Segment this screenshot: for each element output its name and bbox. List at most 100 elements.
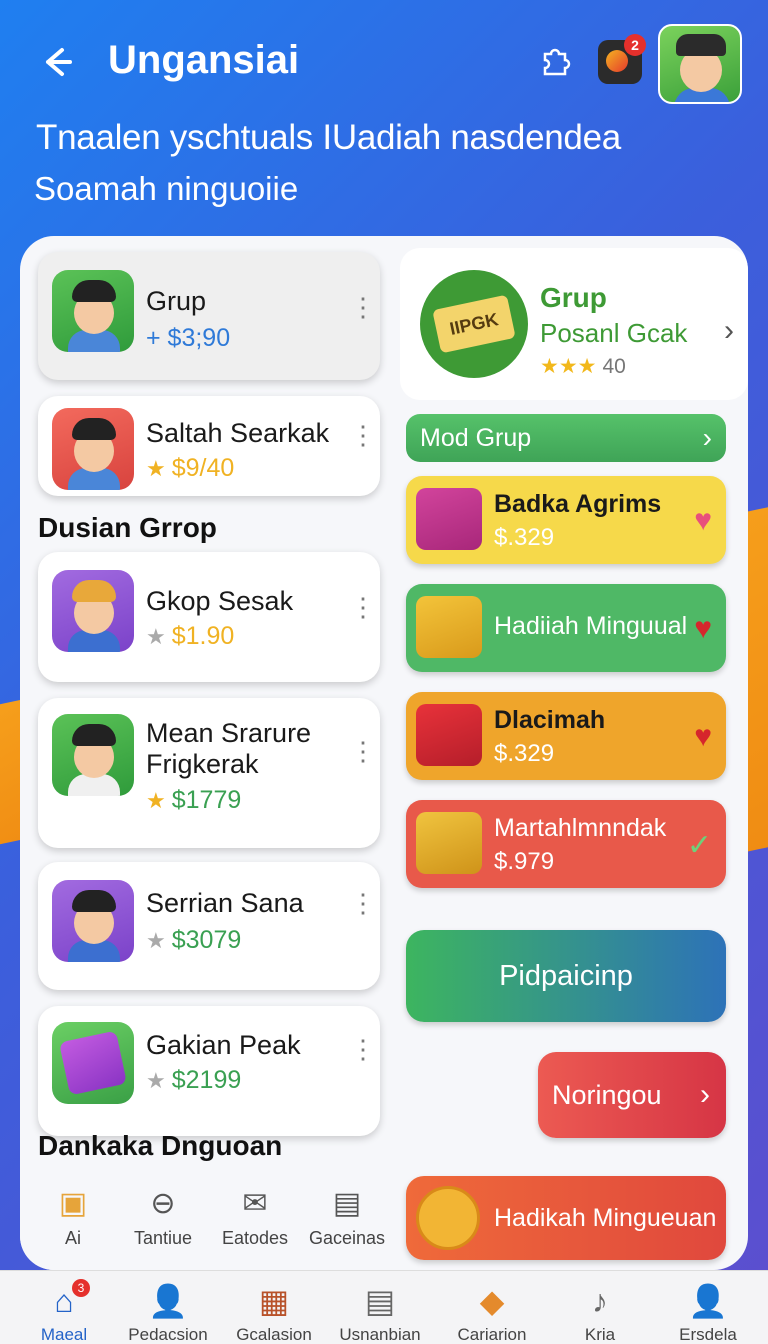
- item-price: ★ $9/40: [146, 454, 235, 482]
- list-item[interactable]: Gakian Peak ★ $2199 ⋮: [38, 1006, 380, 1136]
- gift-box-icon: [416, 596, 482, 658]
- item-thumbnail: [52, 714, 134, 796]
- avatar[interactable]: [658, 24, 742, 104]
- item-price: + $3;90: [146, 324, 231, 352]
- nav-item-maeal[interactable]: ⌂ 3 Maeal: [14, 1279, 114, 1344]
- list-item[interactable]: Grup + $3;90 ⋮: [38, 252, 380, 380]
- list-item[interactable]: Mean Srarure Frigkerak ★ $1779 ⋮: [38, 698, 380, 848]
- page-title: Ungansiai: [108, 38, 300, 82]
- star-rating-icon: ★★★: [540, 355, 597, 378]
- star-icon: ★: [146, 624, 166, 649]
- document-icon: ▤: [364, 1283, 396, 1319]
- gift-box-icon: [416, 812, 482, 874]
- item-title: Grup: [146, 286, 207, 316]
- more-vertical-icon[interactable]: ⋮: [350, 1036, 376, 1074]
- more-vertical-icon[interactable]: ⋮: [350, 738, 376, 776]
- app-header: Ungansiai 2: [0, 0, 768, 120]
- gift-title: Martahlmnndak: [494, 814, 667, 842]
- arrow-left-icon: [46, 48, 72, 76]
- tool-icon: ◆: [479, 1283, 505, 1319]
- item-title: Gakian Peak: [146, 1030, 301, 1060]
- featured-title: Grup: [540, 282, 607, 313]
- person-icon: 👤: [148, 1283, 188, 1319]
- nav-item-ersdela[interactable]: 👤 Ersdela: [658, 1281, 758, 1344]
- item-price: ★ $2199: [146, 1066, 242, 1094]
- gift-card[interactable]: Dlacimah $.329 ♥: [406, 692, 726, 780]
- more-vertical-icon[interactable]: ⋮: [350, 294, 376, 332]
- nav-badge: 3: [72, 1279, 90, 1297]
- mini-tab-bar: ▣ Ai ⊖ Tantiue ✉ Eatodes ▤ Gaceinas: [20, 1178, 394, 1270]
- star-icon: ★: [146, 456, 166, 481]
- check-icon[interactable]: ✓: [687, 828, 712, 863]
- back-button[interactable]: [36, 42, 76, 82]
- gift-box-icon: ▣: [58, 1187, 88, 1220]
- puzzle-icon[interactable]: [536, 44, 572, 80]
- item-thumbnail: [52, 570, 134, 652]
- mail-icon: ✉: [242, 1187, 268, 1220]
- device-icon: ▤: [332, 1187, 362, 1220]
- gift-card[interactable]: Martahlmnndak $.979 ✓: [406, 800, 726, 888]
- person-icon: 👤: [688, 1283, 728, 1319]
- box-icon: ▦: [258, 1283, 290, 1319]
- mini-tab-ai[interactable]: ▣ Ai: [28, 1186, 118, 1249]
- chevron-right-icon: ›: [702, 422, 712, 453]
- chevron-right-icon[interactable]: ›: [724, 314, 734, 348]
- nav-item-pedacsion[interactable]: 👤 Pedacsion: [118, 1281, 218, 1344]
- gift-box-icon: [416, 488, 482, 550]
- gift-price: $.329: [494, 740, 555, 767]
- hero-headline: Tnaalen yschtuals IUadiah nasdendea: [36, 118, 621, 157]
- nav-item-usnanbian[interactable]: ▤ Usnanbian: [330, 1281, 430, 1344]
- item-price: ★ $1779: [146, 786, 242, 814]
- hero-subhead: Soamah ninguoiie: [34, 170, 299, 207]
- main-panel: Grup + $3;90 ⋮ Saltah Searkak ★ $9/40 ⋮ D…: [20, 236, 748, 1270]
- ticket-icon: IIPGK: [420, 270, 528, 378]
- heart-icon[interactable]: ♥: [694, 612, 712, 646]
- item-price: ★ $1.90: [146, 622, 235, 650]
- heart-icon[interactable]: ♥: [694, 504, 712, 538]
- item-title: Saltah Searkak: [146, 418, 330, 448]
- nav-item-gcalasion[interactable]: ▦ Gcalasion: [224, 1281, 324, 1344]
- more-vertical-icon[interactable]: ⋮: [350, 890, 376, 928]
- list-item[interactable]: Saltah Searkak ★ $9/40 ⋮: [38, 396, 380, 496]
- item-title: Gkop Sesak: [146, 586, 294, 616]
- back-circle-icon: ⊖: [150, 1187, 176, 1220]
- chevron-right-icon: ›: [700, 1078, 710, 1111]
- featured-rating: ★★★ 40: [540, 355, 626, 378]
- star-icon: ★: [146, 928, 166, 953]
- mini-tab-eatodes[interactable]: ✉ Eatodes: [210, 1186, 300, 1249]
- gift-title: Dlacimah: [494, 706, 606, 734]
- mini-tab-tantiue[interactable]: ⊖ Tantiue: [118, 1186, 208, 1249]
- mini-tab-gaceinas[interactable]: ▤ Gaceinas: [302, 1186, 392, 1249]
- notification-button[interactable]: 2: [598, 34, 646, 84]
- list-item[interactable]: Gkop Sesak ★ $1.90 ⋮: [38, 552, 380, 682]
- item-title: Serrian Sana: [146, 888, 304, 918]
- more-vertical-icon[interactable]: ⋮: [350, 422, 376, 460]
- star-icon: ★: [146, 1068, 166, 1093]
- more-vertical-icon[interactable]: ⋮: [350, 594, 376, 632]
- gift-card[interactable]: Badka Agrims $.329 ♥: [406, 476, 726, 564]
- gift-title: Hadiiah Minguual: [494, 612, 688, 640]
- nav-item-kria[interactable]: ♪ Kria: [550, 1281, 650, 1344]
- section-title: Dankaka Dnguoan: [38, 1130, 283, 1161]
- item-thumbnail: [52, 1022, 134, 1104]
- item-thumbnail: [52, 880, 134, 962]
- hadikah-button[interactable]: Hadikah Mingueuan: [406, 1176, 726, 1260]
- gift-price: $.329: [494, 524, 555, 551]
- featured-subtitle: Posanl Gcak: [540, 318, 688, 348]
- mascot-icon: [416, 1186, 480, 1250]
- noringou-button[interactable]: Noringou ›: [538, 1052, 726, 1138]
- list-item[interactable]: Serrian Sana ★ $3079 ⋮: [38, 862, 380, 990]
- gift-price: $.979: [494, 848, 555, 875]
- nav-item-cariarion[interactable]: ◆ Cariarion: [442, 1281, 542, 1344]
- heart-icon[interactable]: ♥: [694, 720, 712, 754]
- mod-group-button[interactable]: Mod Grup ›: [406, 414, 726, 462]
- item-thumbnail: [52, 408, 134, 490]
- bottom-navigation: ⌂ 3 Maeal 👤 Pedacsion ▦ Gcalasion ▤ Usna…: [0, 1270, 768, 1344]
- gift-card[interactable]: Hadiiah Minguual ♥: [406, 584, 726, 672]
- section-title: Dusian Grrop: [38, 512, 217, 543]
- pidpaicinp-button[interactable]: Pidpaicinp: [406, 930, 726, 1022]
- notification-badge: 2: [624, 34, 646, 56]
- featured-group-card[interactable]: IIPGK Grup Posanl Gcak ★★★ 40 ›: [400, 248, 748, 400]
- guitar-icon: ♪: [592, 1283, 608, 1319]
- item-title: Mean Srarure Frigkerak: [146, 718, 312, 779]
